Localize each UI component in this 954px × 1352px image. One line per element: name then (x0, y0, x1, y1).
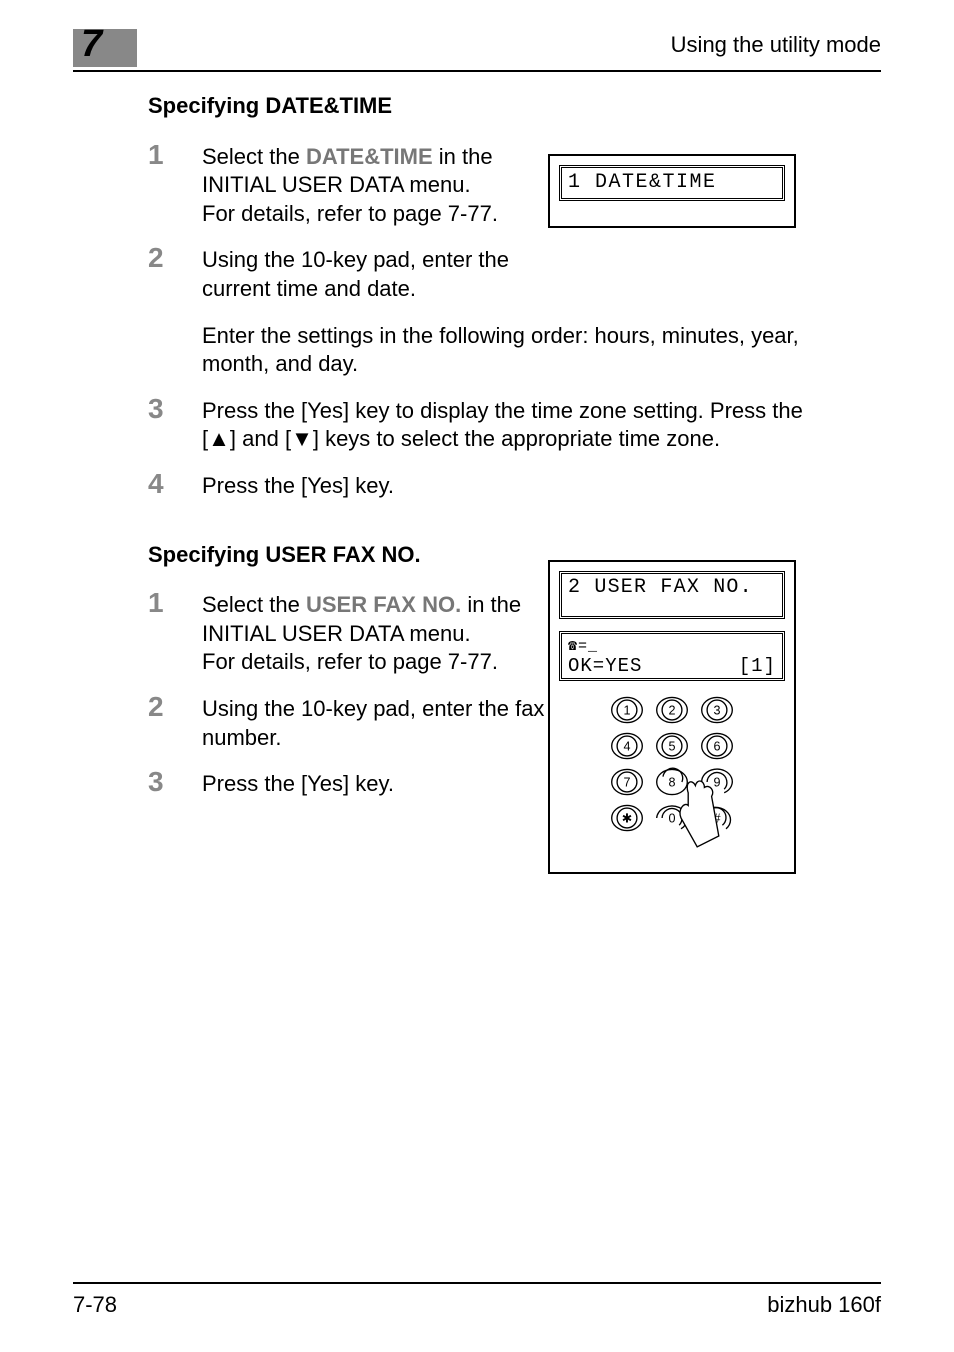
lcd-page-indicator: [1] (739, 655, 776, 677)
step-text: Press the [Yes] key. (202, 771, 394, 796)
step-number-blank (148, 320, 202, 379)
lcd-user-fax: 2 USER FAX NO. ☎=_ OK=YES [1] 1 2 3 4 5 … (548, 560, 796, 874)
lcd-ok-text: OK=YES (568, 655, 642, 677)
step-text: For details, refer to page 7-77. (202, 649, 498, 674)
lcd-line: 2 USER FAX NO. (559, 571, 785, 619)
step-text: Select the (202, 592, 306, 617)
down-arrow-icon: ▼ (291, 426, 313, 451)
svg-text:9: 9 (713, 776, 720, 790)
finger-icon (680, 781, 719, 847)
step-number: 4 (148, 470, 202, 501)
step: 4 Press the [Yes] key. (148, 472, 881, 501)
svg-text:4: 4 (623, 740, 630, 754)
keypad-key-5: 5 (657, 733, 688, 758)
lcd-display-2: ☎=_ OK=YES [1] (559, 631, 785, 681)
chapter-number: 7 (81, 23, 102, 66)
step-text-bold: DATE&TIME (306, 144, 433, 169)
section1-title: Specifying DATE&TIME (148, 92, 881, 121)
step-text: Press the [Yes] key. (202, 473, 394, 498)
keypad-key-1: 1 (612, 697, 643, 722)
step-text: Using the 10-key pad, enter the current … (202, 247, 509, 301)
footer-product-name: bizhub 160f (767, 1292, 881, 1318)
lcd-input-line: ☎=_ (568, 636, 776, 655)
step-text-bold: USER FAX NO. (306, 592, 461, 617)
keypad-key-2: 2 (657, 697, 688, 722)
keypad-key-star: ✱ (612, 805, 643, 830)
step-text: Using the 10-key pad, enter the fax numb… (202, 696, 544, 750)
step: 3 Press the [Yes] key to display the tim… (148, 397, 881, 454)
step-continuation: Enter the settings in the following orde… (148, 322, 881, 379)
keypad-key-6: 6 (702, 733, 733, 758)
step-text: Enter the settings in the following orde… (202, 323, 799, 377)
footer-page-number: 7-78 (73, 1292, 117, 1318)
svg-text:1: 1 (623, 704, 630, 718)
step-text: ] keys to select the appropriate time zo… (313, 426, 720, 451)
header-rule (73, 70, 881, 72)
svg-text:✱: ✱ (622, 812, 633, 826)
step-number: 1 (148, 589, 202, 677)
step-number: 3 (148, 395, 202, 454)
svg-text:5: 5 (668, 740, 675, 754)
svg-text:3: 3 (713, 704, 720, 718)
step-text: For details, refer to page 7-77. (202, 201, 498, 226)
lcd-date-time: 1 DATE&TIME (548, 154, 796, 228)
chapter-tab: 7 (73, 29, 137, 67)
keypad-key-3: 3 (702, 697, 733, 722)
step: 2 Using the 10-key pad, enter the curren… (148, 246, 881, 303)
step-number: 2 (148, 693, 202, 752)
keypad-key-4: 4 (612, 733, 643, 758)
svg-text:7: 7 (623, 776, 630, 790)
svg-text:2: 2 (668, 704, 675, 718)
step-number: 1 (148, 141, 202, 229)
svg-text:8: 8 (668, 776, 675, 790)
lcd-line: 1 DATE&TIME (559, 165, 785, 201)
svg-text:0: 0 (668, 812, 675, 826)
step-text: Select the (202, 144, 306, 169)
step-text: ] and [ (230, 426, 291, 451)
step-number: 2 (148, 244, 202, 303)
keypad-key-8: 8 (657, 768, 688, 794)
keypad-illustration: 1 2 3 4 5 6 7 8 9 ✱ 0 # (550, 692, 794, 854)
footer-rule (73, 1282, 881, 1284)
keypad-svg: 1 2 3 4 5 6 7 8 9 ✱ 0 # (582, 692, 762, 854)
svg-text:6: 6 (713, 740, 720, 754)
running-head: Using the utility mode (671, 32, 881, 58)
up-arrow-icon: ▲ (208, 426, 230, 451)
step-number: 3 (148, 768, 202, 799)
keypad-key-7: 7 (612, 769, 643, 794)
